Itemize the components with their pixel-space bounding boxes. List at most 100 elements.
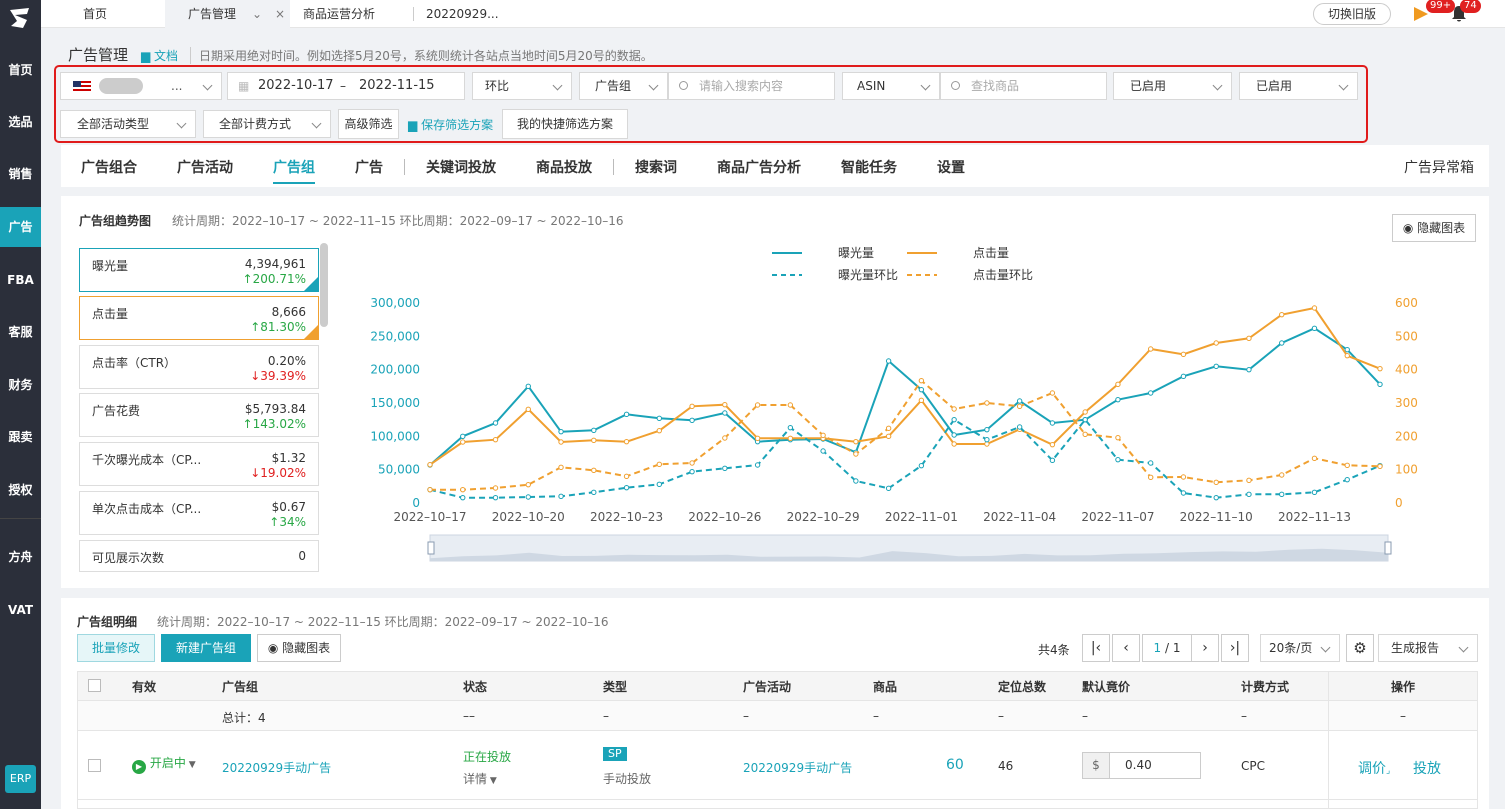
col-product: 商品 xyxy=(873,680,898,694)
tab-keyword-targeting[interactable]: 关键词投放 xyxy=(426,157,496,177)
switch-old-version-button[interactable]: 切换旧版 xyxy=(1313,3,1391,25)
data-point xyxy=(722,401,728,408)
status-detail-link[interactable]: 详情 ▼ xyxy=(463,770,497,787)
tab-ad-groups[interactable]: 广告组 xyxy=(273,157,315,184)
data-point xyxy=(885,425,892,432)
compare-select[interactable]: 环比 xyxy=(472,72,572,100)
data-point xyxy=(1147,346,1154,352)
batch-edit-button[interactable]: 批量修改 xyxy=(77,634,155,662)
search-field-select[interactable]: 广告组 xyxy=(579,72,668,100)
first-page-icon[interactable]: |‹ xyxy=(1082,634,1110,662)
product-search-input[interactable]: 查找商品 xyxy=(940,72,1107,100)
status-select-2[interactable]: 已启用 xyxy=(1239,72,1358,100)
data-point xyxy=(853,438,859,445)
sidebar-item-ads[interactable]: 广告 xyxy=(0,207,41,247)
tab-settings[interactable]: 设置 xyxy=(937,157,965,177)
save-label: 保存筛选方案 xyxy=(421,118,494,132)
page-indicator[interactable]: 1 / 1 xyxy=(1142,634,1192,662)
metric-card-cpc[interactable]: 单次点击成本（CP... $0.67 ↑34% xyxy=(79,491,319,535)
asin-select[interactable]: ASIN xyxy=(842,72,940,100)
data-point xyxy=(591,437,597,444)
page-title: 广告管理 xyxy=(68,46,129,64)
doc-link[interactable]: ▆ 文档 xyxy=(141,47,178,64)
gear-icon[interactable]: ⚙ xyxy=(1346,634,1374,662)
tab-campaigns[interactable]: 广告活动 xyxy=(177,157,233,177)
trend-period: 统计周期：2022–10–17 ~ 2022–11–15 环比周期：2022–0… xyxy=(172,214,624,228)
metric-card-spend[interactable]: 广告花费 $5,793.84 ↑143.02% xyxy=(79,393,319,437)
chevron-down-icon xyxy=(1338,80,1349,91)
data-point xyxy=(951,406,957,412)
activity-type-select[interactable]: 全部活动类型 xyxy=(60,110,196,138)
data-point xyxy=(623,473,630,480)
store-suffix: ... xyxy=(171,79,183,93)
tab-campaign[interactable]: 20220929... xyxy=(426,0,546,28)
data-point xyxy=(427,486,433,493)
metric-change: ↓19.02% xyxy=(250,466,306,480)
check-icon xyxy=(304,325,318,339)
erp-button[interactable]: ERP xyxy=(5,765,36,793)
sidebar-item-auth[interactable]: 授权 xyxy=(0,470,41,510)
play-icon[interactable]: 99+ xyxy=(1412,0,1456,25)
tab-close-icon[interactable]: × xyxy=(270,0,290,28)
sidebar-item-vat[interactable]: VAT xyxy=(0,590,41,630)
ad-group-link[interactable]: 20220929手动广告 xyxy=(222,759,331,776)
store-select[interactable]: ... xyxy=(60,72,222,100)
sidebar-item-service[interactable]: 客服 xyxy=(0,312,41,352)
total-count: 共4条 xyxy=(1038,643,1070,657)
tab-search-terms[interactable]: 搜索词 xyxy=(635,157,677,177)
bid-input[interactable]: $ 0.40 xyxy=(1082,752,1201,779)
save-filter-button[interactable]: ▆ 保存筛选方案 xyxy=(408,116,493,133)
chevron-down-icon xyxy=(176,118,187,129)
valid-toggle[interactable]: ▶ 开启中 ▼ xyxy=(132,754,196,774)
page-size-select[interactable]: 20条/页 xyxy=(1260,634,1340,662)
metric-card-viewable[interactable]: 可见展示次数 0– xyxy=(79,540,319,572)
deliver-button[interactable]: 投放 xyxy=(1413,758,1441,778)
product-count-link[interactable]: 60 xyxy=(946,757,964,773)
prev-page-icon[interactable]: ‹ xyxy=(1112,634,1140,662)
campaign-link[interactable]: 20220929手动广告 xyxy=(743,759,852,776)
adjust-bid-button[interactable]: 调价⌟ xyxy=(1358,758,1390,778)
ad-anomaly-box-link[interactable]: 广告异常箱 xyxy=(1404,157,1474,177)
hide-chart-button-2[interactable]: ◉ 隐藏图表 xyxy=(257,634,341,662)
status-select-1[interactable]: 已启用 xyxy=(1113,72,1232,100)
metric-card-impressions[interactable]: 曝光量 4,394,961 ↑200.71% xyxy=(79,248,319,292)
select-all-checkbox[interactable] xyxy=(88,679,101,692)
row-checkbox[interactable] xyxy=(88,759,101,772)
sidebar-item-finance[interactable]: 财务 xyxy=(0,365,41,405)
sidebar-item-follow[interactable]: 跟卖 xyxy=(0,417,41,457)
sidebar-item-ark[interactable]: 方舟 xyxy=(0,537,41,577)
billing-select[interactable]: 全部计费方式 xyxy=(203,110,331,138)
tab-product-analysis[interactable]: 商品运营分析 xyxy=(303,0,423,28)
data-point xyxy=(1246,491,1252,498)
tab-smart-tasks[interactable]: 智能任务 xyxy=(841,157,897,177)
tab-ads[interactable]: 广告 xyxy=(355,157,383,177)
legend-label: 曝光量 xyxy=(838,246,874,260)
tab-product-ad-analysis[interactable]: 商品广告分析 xyxy=(717,157,801,177)
sidebar-item-selection[interactable]: 选品 xyxy=(0,102,41,142)
advanced-filter-button[interactable]: 高级筛选 xyxy=(338,109,399,139)
data-point xyxy=(1180,474,1187,480)
date-range-picker[interactable]: ▦ 2022-10-17 – 2022-11-15 xyxy=(227,72,465,100)
create-ad-group-button[interactable]: 新建广告组 xyxy=(161,634,251,662)
summary-dash: – xyxy=(743,709,749,723)
tab-portfolio[interactable]: 广告组合 xyxy=(81,157,137,177)
next-page-icon[interactable]: › xyxy=(1191,634,1219,662)
metric-card-cpm[interactable]: 千次曝光成本（CP... $1.32 ↓19.02% xyxy=(79,442,319,486)
generate-report-select[interactable]: 生成报告 xyxy=(1378,634,1478,662)
metric-card-ctr[interactable]: 点击率（CTR） 0.20% ↓39.39% xyxy=(79,345,319,389)
bell-icon[interactable]: 74 xyxy=(1450,0,1481,25)
data-point xyxy=(1377,381,1383,388)
chevron-down-icon[interactable]: ⌄ xyxy=(252,0,270,28)
caret-down-icon: ▼ xyxy=(487,776,497,786)
my-filter-scheme-button[interactable]: 我的快捷筛选方案 xyxy=(502,109,628,139)
tab-product-targeting[interactable]: 商品投放 xyxy=(536,157,592,177)
sidebar-item-fba[interactable]: FBA xyxy=(0,260,41,300)
tab-home[interactable]: 首页 xyxy=(41,0,165,28)
metric-card-clicks[interactable]: 点击量 8,666 ↑81.30% xyxy=(79,296,319,340)
metric-list-scrollbar[interactable] xyxy=(320,243,328,327)
legend-label: 点击量环比 xyxy=(973,268,1033,282)
sidebar-item-home[interactable]: 首页 xyxy=(0,50,41,90)
last-page-icon[interactable]: ›| xyxy=(1221,634,1249,662)
search-input[interactable]: 请输入搜索内容 xyxy=(668,72,835,100)
sidebar-item-sales[interactable]: 销售 xyxy=(0,154,41,194)
